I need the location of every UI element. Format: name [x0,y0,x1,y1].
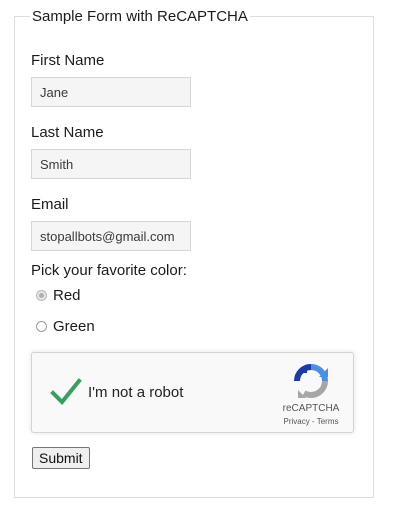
page: Sample Form with ReCAPTCHA First Name La… [0,0,400,522]
recaptcha-label: I'm not a robot [88,384,184,401]
email-input[interactable] [31,221,191,251]
email-label: Email [31,196,69,213]
recaptcha-links: Privacy - Terms [278,417,344,426]
recaptcha-brand: reCAPTCHA [282,403,340,414]
radio-red-label: Red [53,287,81,304]
last-name-label: Last Name [31,124,104,141]
terms-link[interactable]: Terms [317,417,339,426]
links-separator: - [311,417,315,426]
radio-red-button[interactable] [36,290,47,301]
first-name-input[interactable] [31,77,191,107]
last-name-input[interactable] [31,149,191,179]
privacy-link[interactable]: Privacy [284,417,310,426]
first-name-label: First Name [31,52,105,69]
radio-option-red[interactable]: Red [36,287,81,304]
recaptcha-widget: I'm not a robot reCAPTCHA Privacy - Term… [31,352,354,433]
form-legend: Sample Form with ReCAPTCHA [32,8,248,25]
radio-option-green[interactable]: Green [36,318,95,335]
recaptcha-logo-icon [294,364,328,398]
checkmark-icon[interactable] [50,377,82,407]
color-prompt: Pick your favorite color: [31,262,187,279]
radio-green-button[interactable] [36,321,47,332]
radio-green-label: Green [53,318,95,335]
submit-button[interactable]: Submit [32,447,90,469]
